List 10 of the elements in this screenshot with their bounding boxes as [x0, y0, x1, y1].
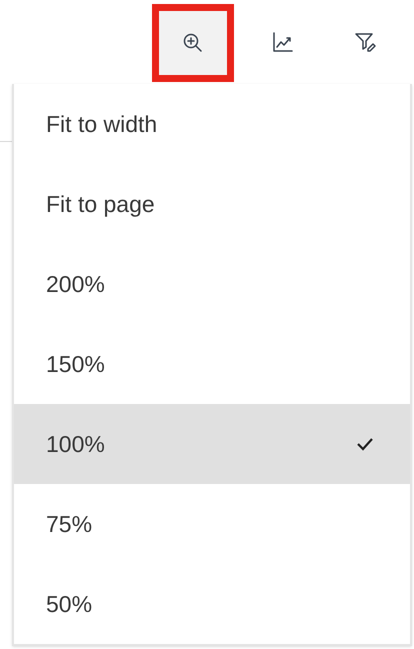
menu-item[interactable]: 75%: [14, 484, 410, 564]
menu-item[interactable]: Fit to page: [14, 164, 410, 244]
menu-item[interactable]: 200%: [14, 244, 410, 324]
menu-item[interactable]: 50%: [14, 564, 410, 644]
zoom-button[interactable]: [152, 4, 234, 82]
checkmark-icon: [356, 437, 374, 451]
menu-item[interactable]: 100%: [14, 404, 410, 484]
line-chart-icon: [271, 30, 295, 54]
menu-item[interactable]: 150%: [14, 324, 410, 404]
menu-item[interactable]: Fit to width: [14, 84, 410, 164]
